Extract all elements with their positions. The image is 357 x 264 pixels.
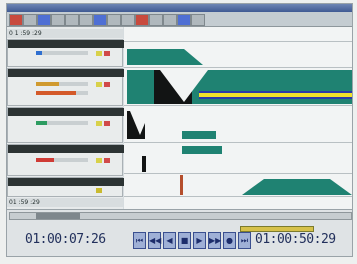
track-header-3[interactable] (7, 107, 124, 143)
fast-forward-icon[interactable]: ▶▶ (208, 232, 221, 249)
play-icon[interactable]: ▶ (193, 232, 206, 249)
scrollbar-thumb[interactable] (36, 213, 80, 219)
track-headers: 0 1 :59 :29 01:59:29 (7, 27, 124, 209)
tool-zoom-icon[interactable] (93, 14, 107, 26)
track-name (8, 108, 124, 116)
horizontal-scrollbar[interactable] (9, 212, 352, 220)
fade-handle[interactable] (130, 111, 150, 135)
audio-clip[interactable] (242, 179, 352, 195)
transport-controls: ⏮ ◀◀ ◀ ■ ▶ ▶▶ ● ⏭ (133, 232, 251, 249)
title-bar (7, 4, 352, 12)
lane-3[interactable] (124, 105, 352, 143)
meter-fill (36, 91, 76, 95)
solo-button[interactable] (104, 121, 110, 126)
track-level-meter (36, 121, 88, 125)
current-time-display: 01:00:07:26 (25, 232, 106, 247)
track-name (8, 178, 124, 186)
tool-record-icon[interactable] (9, 14, 23, 26)
tool-mixer-icon[interactable] (107, 14, 121, 26)
meter-fill (36, 51, 42, 55)
timecode-ruler-top: 0 1 :59 :29 (7, 29, 123, 38)
record-icon[interactable]: ● (223, 232, 236, 249)
meter-fill (36, 121, 47, 125)
mute-button[interactable] (96, 158, 102, 163)
tool-loop-icon[interactable] (149, 14, 163, 26)
timecode-ruler-bottom: 01 :59 :29 (7, 198, 123, 207)
lane-4[interactable] (124, 142, 352, 174)
transport-panel: 01:00:07:26 ⏮ ◀◀ ◀ ■ ▶ ▶▶ ● ⏭ 01:00:50:2… (7, 209, 352, 256)
tool-edit-icon[interactable] (37, 14, 51, 26)
audio-clip[interactable] (127, 49, 203, 65)
waveform (199, 91, 352, 99)
lane-5[interactable] (124, 173, 352, 197)
solo-button[interactable] (104, 158, 110, 163)
tool-fade-icon[interactable] (121, 14, 135, 26)
meter-fill (36, 158, 54, 162)
lane-1[interactable] (124, 41, 352, 68)
end-time-display: 01:00:50:29 (255, 232, 336, 247)
mute-button[interactable] (96, 121, 102, 126)
track-level-meter (36, 51, 88, 55)
tool-snap-icon[interactable] (163, 14, 177, 26)
monitor: 0 1 :59 :29 01:59:29 01:00:07:26 ⏮ ◀◀ … (0, 0, 357, 264)
waveform-signal (199, 93, 352, 97)
tool-marker-icon[interactable] (135, 14, 149, 26)
arrange-timeline[interactable] (124, 27, 352, 209)
track-header-4[interactable] (7, 144, 124, 176)
playhead[interactable] (180, 175, 183, 195)
track-name (8, 145, 124, 153)
mute-button[interactable] (96, 188, 102, 193)
app-window: 0 1 :59 :29 01:59:29 01:00:07:26 ⏮ ◀◀ … (6, 3, 353, 257)
tool-settings-icon[interactable] (191, 14, 205, 26)
tool-paste-icon[interactable] (79, 14, 93, 26)
track-header-5[interactable] (7, 177, 124, 197)
track-name (8, 69, 124, 77)
track-level-meter (36, 82, 88, 86)
solo-button[interactable] (104, 82, 110, 87)
skip-forward-icon[interactable]: ⏭ (238, 232, 251, 249)
track-header-2[interactable] (7, 68, 124, 106)
track-name (8, 40, 124, 48)
audio-clip[interactable] (182, 131, 216, 139)
timeline-ruler[interactable] (124, 27, 352, 42)
mute-button[interactable] (96, 82, 102, 87)
step-back-icon[interactable]: ◀ (163, 232, 176, 249)
tool-scrub-icon[interactable] (177, 14, 191, 26)
tool-copy-icon[interactable] (65, 14, 79, 26)
audio-clip[interactable] (182, 146, 222, 154)
track-header-1[interactable] (7, 39, 124, 67)
clip-edge[interactable] (142, 156, 146, 172)
meter-fill (36, 82, 59, 86)
lane-2[interactable] (124, 67, 352, 106)
mute-button[interactable] (96, 51, 102, 56)
skip-back-icon[interactable]: ⏮ (133, 232, 146, 249)
solo-button[interactable] (104, 51, 110, 56)
toolbar (7, 12, 352, 27)
stop-icon[interactable]: ■ (178, 232, 191, 249)
track-level-meter (36, 158, 88, 162)
tool-cut-icon[interactable] (51, 14, 65, 26)
track-level-meter-2 (36, 91, 88, 95)
tool-select-icon[interactable] (23, 14, 37, 26)
rewind-icon[interactable]: ◀◀ (148, 232, 161, 249)
